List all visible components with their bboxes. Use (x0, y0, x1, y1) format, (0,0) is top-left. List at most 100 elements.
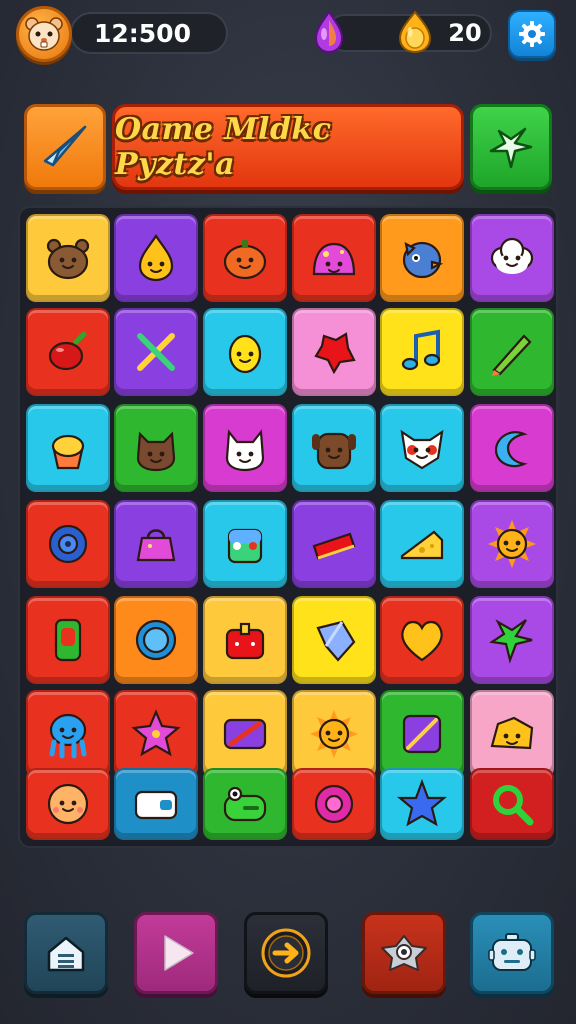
paper-plane-icon (43, 125, 87, 167)
board-tile[interactable] (380, 308, 464, 396)
wallet-icon (134, 790, 178, 820)
gold-coin-icon (396, 10, 434, 54)
board-tile[interactable] (203, 404, 287, 492)
board-tile[interactable] (470, 308, 554, 396)
boost-button[interactable] (244, 912, 328, 994)
magnifier-icon (493, 785, 534, 826)
board-tile[interactable] (114, 500, 198, 588)
score-display: 12:500 (70, 12, 228, 54)
puzzle-board (18, 206, 558, 848)
board-tile[interactable] (292, 768, 376, 840)
board-tile[interactable] (203, 768, 287, 840)
creature-icon (381, 935, 427, 971)
hamster-face-icon (25, 17, 63, 51)
board-tile[interactable] (380, 596, 464, 684)
green-star-icon (488, 619, 533, 664)
cheese-face-icon (490, 716, 534, 750)
music-note-icon (401, 329, 441, 371)
favorite-button[interactable] (470, 104, 552, 190)
board-tile[interactable] (470, 500, 554, 588)
chili-pepper-icon (48, 331, 87, 371)
board-tile[interactable] (292, 308, 376, 396)
board-tile[interactable] (470, 214, 554, 302)
board-tile[interactable] (26, 404, 110, 492)
board-tile[interactable] (292, 500, 376, 588)
brown-dog-icon (312, 432, 356, 470)
game-title: Oame Mldkc Pyztz'a (115, 112, 332, 182)
board-tile[interactable] (203, 596, 287, 684)
blue-star-icon (396, 778, 448, 827)
board-tile[interactable] (114, 308, 198, 396)
pink-donut-icon (314, 784, 354, 824)
shop-button[interactable] (470, 912, 554, 994)
board-tile[interactable] (292, 214, 376, 302)
white-cat-icon (225, 429, 265, 472)
star-icon (489, 127, 533, 169)
blue-crystal-icon (316, 620, 356, 662)
game-title-banner: Oame Mldkc Pyztz'a (112, 104, 464, 190)
home-button[interactable] (24, 912, 108, 994)
board-tile[interactable] (26, 768, 110, 840)
board-tile[interactable] (26, 214, 110, 302)
green-phone-icon (54, 618, 82, 662)
orange-face-icon (47, 783, 89, 825)
board-tile[interactable] (470, 768, 554, 840)
sun-face-icon (488, 520, 536, 568)
top-bar: 12:500 20 (0, 0, 576, 70)
board-tile[interactable] (470, 404, 554, 492)
blue-gear-icon (48, 524, 88, 564)
blue-flower-icon (135, 619, 177, 661)
board-tile[interactable] (26, 596, 110, 684)
pet-button[interactable] (362, 912, 446, 994)
gear-icon (519, 21, 545, 47)
lemon-face-icon (228, 334, 262, 374)
board-tile[interactable] (380, 500, 464, 588)
board-tile[interactable] (114, 768, 198, 840)
bear-icon (46, 238, 90, 280)
board-tile[interactable] (114, 214, 198, 302)
board-tile[interactable] (114, 690, 198, 778)
board-tile[interactable] (292, 404, 376, 492)
blue-bird-icon (402, 241, 444, 279)
board-tile[interactable] (26, 500, 110, 588)
send-button[interactable] (24, 104, 106, 190)
heart-icon (401, 620, 443, 662)
board-tile[interactable] (470, 690, 554, 778)
red-bag-icon (225, 622, 265, 660)
board-tile[interactable] (380, 214, 464, 302)
settings-button[interactable] (508, 10, 556, 58)
blue-moon-icon (494, 431, 528, 468)
board-tile[interactable] (203, 500, 287, 588)
pumpkin-face-icon (223, 240, 267, 280)
arrow-badge-icon (261, 928, 311, 978)
robot-icon (488, 933, 536, 971)
white-fox-icon (400, 429, 444, 470)
pink-slime-icon (312, 242, 356, 276)
board-tile[interactable] (26, 690, 110, 778)
board-tile[interactable] (26, 308, 110, 396)
play-icon (164, 935, 194, 971)
board-tile[interactable] (203, 690, 287, 778)
player-avatar[interactable] (16, 6, 72, 62)
cheese-icon (400, 530, 444, 560)
board-tile[interactable] (114, 404, 198, 492)
red-splat-icon (314, 332, 356, 375)
cloud-face-icon (490, 237, 534, 274)
play-button[interactable] (134, 912, 218, 994)
board-tile[interactable] (203, 214, 287, 302)
purple-square-icon (402, 714, 442, 754)
board-tile[interactable] (114, 596, 198, 684)
board-tile[interactable] (380, 690, 464, 778)
board-tile[interactable] (292, 596, 376, 684)
brown-cat-icon (136, 431, 176, 472)
board-tile[interactable] (203, 308, 287, 396)
pink-star-icon (131, 709, 181, 757)
card-slash-icon (223, 718, 267, 750)
board-tile[interactable] (380, 404, 464, 492)
purple-gem-icon (312, 10, 346, 54)
board-tile[interactable] (292, 690, 376, 778)
coin-count: 20 (448, 19, 482, 47)
board-tile[interactable] (380, 768, 464, 840)
board-tile[interactable] (470, 596, 554, 684)
blue-octopus-icon (49, 713, 87, 759)
